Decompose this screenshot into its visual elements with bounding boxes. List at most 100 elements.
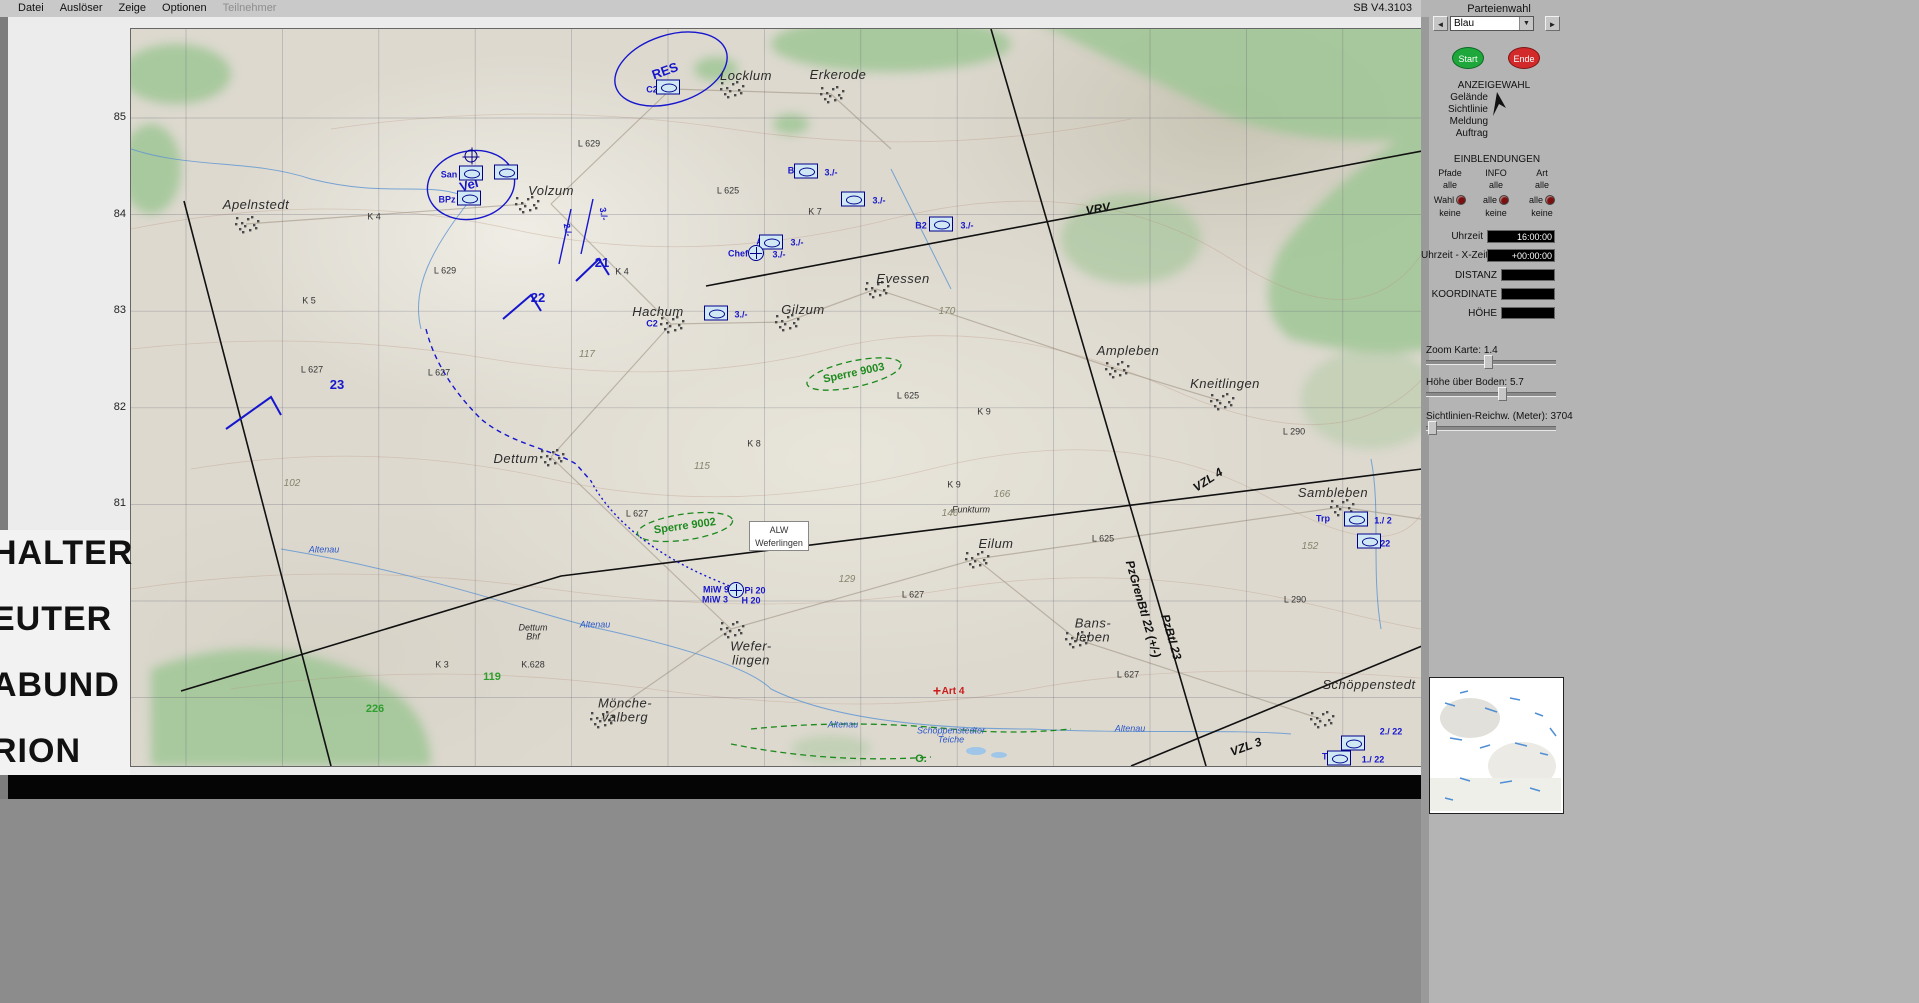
forest-areas xyxy=(131,29,1422,766)
option-alle[interactable]: alle xyxy=(1535,180,1549,192)
anzeigewahl-item-meldung[interactable]: Meldung xyxy=(1421,116,1488,127)
radio-button[interactable] xyxy=(1545,195,1555,205)
menu-zeige[interactable]: Zeige xyxy=(118,2,146,14)
einblendungen-col-header: Art xyxy=(1536,168,1548,178)
anzeigewahl-item-gelände[interactable]: Gelände xyxy=(1421,92,1488,103)
radio-button[interactable] xyxy=(1499,195,1509,205)
unit-symbol[interactable] xyxy=(748,245,764,261)
map-label: Art 4 xyxy=(941,685,965,697)
party-next-button[interactable]: ► xyxy=(1545,16,1560,31)
menu-auslöser[interactable]: Auslöser xyxy=(60,2,103,14)
party-select[interactable]: Blau ▼ xyxy=(1450,16,1534,31)
anzeigewahl-item-auftrag[interactable]: Auftrag xyxy=(1421,128,1488,139)
option-alle[interactable]: alle xyxy=(1443,180,1457,192)
slider-thumb[interactable] xyxy=(1498,387,1507,401)
unit-symbol[interactable] xyxy=(462,147,480,165)
map-label: L 627 xyxy=(901,589,925,600)
cursor-icon xyxy=(1493,92,1506,116)
alw-line2: Weferlingen xyxy=(755,537,803,548)
anzeigewahl-item-sichtlinie[interactable]: Sichtlinie xyxy=(1421,104,1488,115)
map-label: Altenau xyxy=(1114,723,1146,734)
unit-symbol[interactable] xyxy=(841,191,865,207)
map-label: K 7 xyxy=(808,206,822,217)
map-label: 166 xyxy=(993,488,1011,500)
slider-thumb[interactable] xyxy=(1484,355,1493,369)
map-label: Sambleben xyxy=(1297,485,1369,501)
unit-symbol[interactable] xyxy=(459,165,483,181)
map-label: L 627 xyxy=(1116,669,1140,680)
map-canvas[interactable]: Locklum Erkerode Apelnstedt Volzum Evessen Ha… xyxy=(130,28,1423,767)
callsign-word: ABUND xyxy=(0,666,120,704)
map-label: Bans- leben xyxy=(1074,615,1112,644)
map-label: 3./- xyxy=(960,220,974,231)
map-label: Altenau xyxy=(579,619,611,630)
map-label: Apelnstedt xyxy=(222,197,290,213)
map-label: + xyxy=(932,682,942,699)
chevron-down-icon[interactable]: ▼ xyxy=(1519,17,1533,30)
party-prev-button[interactable]: ◄ xyxy=(1433,16,1448,31)
map-label: Altenau xyxy=(827,719,859,730)
start-button[interactable]: Start xyxy=(1452,47,1484,69)
option-selected[interactable]: alle xyxy=(1483,195,1497,205)
slider-track[interactable] xyxy=(1426,421,1556,435)
unit-symbol[interactable] xyxy=(1357,533,1381,549)
map-label: B2 xyxy=(915,220,927,231)
menu-datei[interactable]: Datei xyxy=(18,2,44,14)
map-frame: 85848382818079 1011121314151617181920212… xyxy=(8,17,1423,775)
map-label: Schöppenstedt xyxy=(1322,677,1416,693)
option-keine[interactable]: keine xyxy=(1485,208,1507,220)
map-label: K 9 xyxy=(947,479,961,490)
map-label: Dettum xyxy=(493,451,539,467)
map-label: BPz xyxy=(438,194,456,205)
party-select-value: Blau xyxy=(1454,18,1475,29)
ponds xyxy=(966,747,1007,758)
option-alle[interactable]: alle xyxy=(1489,180,1503,192)
unit-symbol[interactable] xyxy=(759,234,783,250)
slider-track[interactable] xyxy=(1426,387,1556,401)
unit-symbol[interactable] xyxy=(457,190,481,206)
unit-symbol[interactable] xyxy=(704,305,728,321)
map-label: 2./ 22 xyxy=(1379,726,1403,737)
version-label: SB V4.3103 xyxy=(1353,2,1412,14)
overview-minimap[interactable] xyxy=(1429,677,1564,814)
unit-symbol[interactable] xyxy=(794,163,818,179)
map-label: Volzum xyxy=(528,183,574,199)
grid-row-label: 85 xyxy=(113,111,126,123)
map-label: L 625 xyxy=(1091,533,1115,544)
unit-symbol[interactable] xyxy=(1341,735,1365,751)
menu-teilnehmer: Teilnehmer xyxy=(222,2,277,14)
slider-track[interactable] xyxy=(1426,355,1556,369)
map-label: MiW 3 xyxy=(702,594,728,605)
unit-symbol[interactable] xyxy=(929,216,953,232)
option-keine[interactable]: keine xyxy=(1531,208,1553,220)
application-window: Datei Auslöser Zeige Optionen Teilnehmer SB … xyxy=(0,0,1919,1003)
ende-button[interactable]: Ende xyxy=(1508,47,1540,69)
slider-label: Sichtlinien-Reichw. (Meter): 3704 xyxy=(1426,411,1573,422)
unit-symbol[interactable] xyxy=(494,164,518,180)
unit-symbol[interactable] xyxy=(728,582,744,598)
map-label: Dettum Bhf xyxy=(518,622,548,642)
map-label: 22 xyxy=(530,290,546,306)
map-label: L 625 xyxy=(896,390,920,401)
map-label: Kneitlingen xyxy=(1190,376,1260,392)
option-keine[interactable]: keine xyxy=(1439,208,1461,220)
grid-row-label: 83 xyxy=(113,304,126,317)
unit-symbol[interactable] xyxy=(656,79,680,95)
map-label: H 20 xyxy=(741,595,761,606)
unit-symbol[interactable] xyxy=(1344,511,1368,527)
option-selected[interactable]: Wahl xyxy=(1434,195,1454,205)
unit-symbol[interactable] xyxy=(1327,750,1351,766)
hoehe-label: HÖHE xyxy=(1468,308,1497,319)
option-selected[interactable]: alle xyxy=(1529,195,1543,205)
map-label: Wefer- lingen xyxy=(730,638,772,667)
map-label: K 9 xyxy=(977,406,991,417)
map-label: 119 xyxy=(483,671,501,684)
distanz-label: DISTANZ xyxy=(1454,270,1497,281)
radio-button[interactable] xyxy=(1456,195,1467,205)
slider-thumb[interactable] xyxy=(1428,421,1437,435)
map-label: L 290 xyxy=(1283,594,1307,605)
uhrzeit-label: Uhrzeit xyxy=(1451,231,1483,242)
map-label: Ampleben xyxy=(1096,343,1160,359)
uhrzeit-field: 16:00:00 xyxy=(1487,230,1555,243)
menu-optionen[interactable]: Optionen xyxy=(162,2,207,14)
